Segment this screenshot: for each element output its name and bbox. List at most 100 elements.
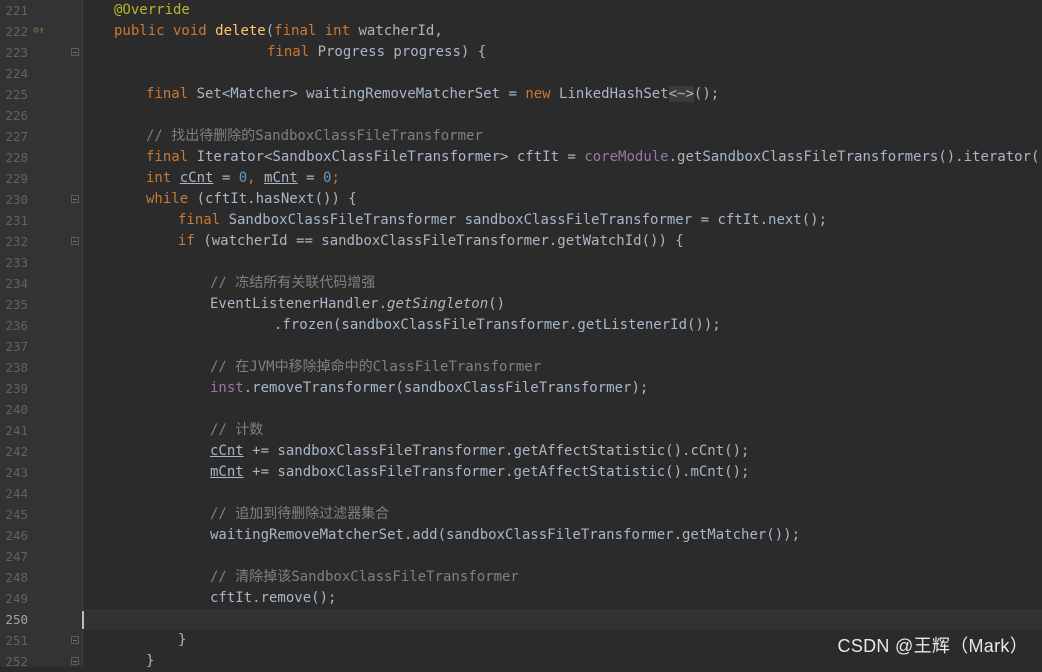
line-number[interactable]: 223: [0, 42, 28, 63]
fold-marker-icon[interactable]: [71, 237, 79, 245]
code-text: Progress progress) {: [317, 44, 487, 60]
line-number[interactable]: 249: [0, 588, 28, 609]
line-number[interactable]: 221: [0, 0, 28, 21]
code-line: cftIt.remove();: [210, 590, 337, 606]
line-number[interactable]: 232: [0, 231, 28, 252]
line-number[interactable]: 227: [0, 126, 28, 147]
line-number[interactable]: 243: [0, 462, 28, 483]
line-number[interactable]: 222: [0, 21, 28, 42]
keyword: final int: [274, 23, 359, 39]
line-number[interactable]: 247: [0, 546, 28, 567]
method-name: delete: [215, 23, 266, 39]
line-number[interactable]: 252: [0, 651, 28, 672]
keyword: while: [146, 191, 197, 207]
code-line: }: [178, 632, 187, 648]
variable: cCnt: [179, 170, 214, 186]
code-comment: // 计数: [210, 422, 264, 438]
keyword: if: [178, 233, 204, 249]
line-number[interactable]: 237: [0, 336, 28, 357]
code-text: += sandboxClassFileTransformer.getAffect…: [243, 464, 750, 480]
code-comment: // 追加到待删除过滤器集合: [210, 506, 390, 522]
annotation: @Override: [114, 2, 190, 18]
code-text: += sandboxClassFileTransformer.getAffect…: [243, 443, 750, 459]
code-text: EventListenerHandler.: [210, 296, 388, 312]
code-text: ();: [693, 86, 720, 102]
fold-marker-icon[interactable]: [71, 48, 79, 56]
line-number[interactable]: 248: [0, 567, 28, 588]
code-text: (): [488, 296, 506, 312]
line-number[interactable]: 229: [0, 168, 28, 189]
line-number[interactable]: 251: [0, 630, 28, 651]
keyword: final: [267, 44, 318, 60]
variable: cCnt: [210, 443, 244, 459]
line-number[interactable]: 246: [0, 525, 28, 546]
fold-marker-icon[interactable]: [71, 636, 79, 644]
code-text: (cftIt.hasNext()) {: [196, 191, 357, 207]
code-text: =: [297, 170, 324, 186]
code-line: mCnt += sandboxClassFileTransformer.getA…: [210, 462, 749, 483]
line-number[interactable]: 236: [0, 315, 28, 336]
keyword: new: [525, 86, 560, 102]
code-comment: // 清除掉该SandboxClassFileTransformer: [210, 569, 519, 585]
code-text: SandboxClassFileTransformer sandboxClass…: [228, 212, 828, 228]
code-comment: // 冻结所有关联代码增强: [210, 275, 376, 291]
line-number[interactable]: 228: [0, 147, 28, 168]
code-editor[interactable]: 221 222 223 224 225 226 227 228 229 230 231 232 233 2…: [0, 0, 1042, 669]
keyword: final: [146, 86, 197, 102]
code-area[interactable]: @Override public void delete(final int w…: [83, 0, 1042, 669]
line-number[interactable]: 230: [0, 189, 28, 210]
line-number[interactable]: 231: [0, 210, 28, 231]
code-line: final Iterator<SandboxClassFileTransform…: [146, 147, 1042, 168]
line-number[interactable]: 241: [0, 420, 28, 441]
code-text: Set<Matcher> waitingRemoveMatcherSet =: [196, 86, 526, 102]
punct: ;: [331, 170, 340, 186]
code-text: .removeTransformer(sandboxClassFileTrans…: [243, 380, 649, 396]
code-text: (watcherId == sandboxClassFileTransforme…: [203, 233, 684, 249]
code-line: final Progress progress) {: [267, 42, 486, 63]
field: coreModule: [584, 149, 669, 165]
variable: mCnt: [210, 464, 244, 480]
code-line: .frozen(sandboxClassFileTransformer.getL…: [274, 317, 721, 333]
static-method: getSingleton: [387, 296, 489, 312]
code-line: @Override: [114, 0, 190, 21]
watermark: CSDN @王辉（Mark）: [837, 636, 1028, 656]
code-line: if (watcherId == sandboxClassFileTransfo…: [178, 231, 684, 252]
line-number[interactable]: 242: [0, 441, 28, 462]
code-line: public void delete(final int watcherId,: [114, 21, 443, 42]
code-text: =: [213, 170, 239, 186]
code-line: while (cftIt.hasNext()) {: [146, 189, 357, 210]
code-comment: // 在JVM中移除掉命中的ClassFileTransformer: [210, 359, 542, 375]
line-number[interactable]: 239: [0, 378, 28, 399]
line-number[interactable]: 233: [0, 252, 28, 273]
line-number[interactable]: 238: [0, 357, 28, 378]
code-line: }: [146, 653, 155, 669]
variable: mCnt: [264, 170, 298, 186]
fold-marker-icon[interactable]: [71, 657, 79, 665]
code-line: EventListenerHandler.getSingleton(): [210, 294, 505, 315]
number: 0: [238, 170, 248, 186]
keyword: public void: [114, 23, 216, 39]
punct: ,: [247, 170, 265, 186]
override-method-icon[interactable]: ⊙↑: [33, 25, 47, 37]
line-number[interactable]: 234: [0, 273, 28, 294]
line-number[interactable]: 226: [0, 105, 28, 126]
code-text: (: [265, 23, 275, 39]
field: inst: [210, 380, 244, 396]
code-text: watcherId,: [358, 23, 443, 39]
code-text: LinkedHashSet: [559, 86, 669, 102]
line-number[interactable]: 240: [0, 399, 28, 420]
folded-diamond[interactable]: <~>: [668, 86, 694, 102]
fold-marker-icon[interactable]: [71, 195, 79, 203]
line-number[interactable]: 244: [0, 483, 28, 504]
line-number[interactable]: 225: [0, 84, 28, 105]
code-comment: // 找出待删除的SandboxClassFileTransformer: [146, 128, 483, 144]
text-caret: [82, 611, 84, 629]
code-line: inst.removeTransformer(sandboxClassFileT…: [210, 378, 648, 399]
code-line: final Set<Matcher> waitingRemoveMatcherS…: [146, 84, 719, 105]
line-number[interactable]: 245: [0, 504, 28, 525]
line-number[interactable]: 235: [0, 294, 28, 315]
line-number[interactable]: 224: [0, 63, 28, 84]
line-number[interactable]: 250: [0, 609, 28, 630]
keyword: final: [178, 212, 229, 228]
code-line: final SandboxClassFileTransformer sandbo…: [178, 210, 827, 231]
